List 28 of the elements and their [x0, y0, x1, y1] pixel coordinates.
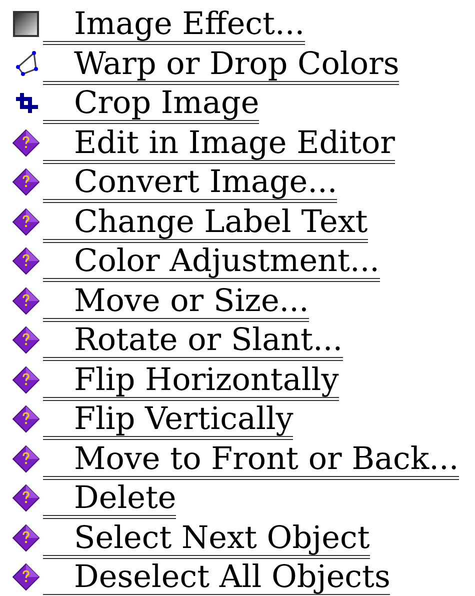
menu-link[interactable]: Flip Vertically: [43, 403, 294, 440]
help-diamond-icon: [12, 524, 40, 552]
help-diamond-icon: [12, 128, 40, 156]
menu-link[interactable]: Image Effect...: [43, 8, 305, 45]
help-diamond-icon: [12, 366, 40, 394]
menu-link[interactable]: Edit in Image Editor: [43, 126, 395, 164]
menu-link[interactable]: Flip Horizontally: [43, 364, 339, 400]
gradient-square-icon: [12, 10, 40, 38]
help-diamond-icon: [12, 286, 40, 314]
help-diamond-icon: [12, 168, 40, 196]
menu-link[interactable]: Move to Front or Back...: [43, 442, 459, 480]
menu-link[interactable]: Select Next Object: [43, 522, 370, 558]
help-diamond-icon: [12, 326, 40, 354]
menu-link[interactable]: Warp or Drop Colors: [43, 48, 400, 84]
help-diamond-icon: [12, 405, 40, 433]
menu-link[interactable]: Change Label Text: [43, 206, 368, 242]
menu-link[interactable]: Convert Image...: [43, 166, 338, 203]
menu-link[interactable]: Delete: [43, 482, 176, 519]
menu-link[interactable]: Move or Size...: [43, 284, 309, 322]
menu-link[interactable]: Crop Image: [43, 87, 260, 124]
help-diamond-icon: [12, 247, 40, 275]
help-diamond-icon: [12, 444, 40, 472]
help-diamond-icon: [12, 484, 40, 512]
menu-link[interactable]: Rotate or Slant...: [43, 324, 343, 361]
help-diamond-icon: [12, 563, 40, 591]
menu-link[interactable]: Color Adjustment...: [43, 245, 380, 282]
help-diamond-icon: [12, 208, 40, 236]
menu-link[interactable]: Deselect All Objects: [43, 561, 390, 596]
